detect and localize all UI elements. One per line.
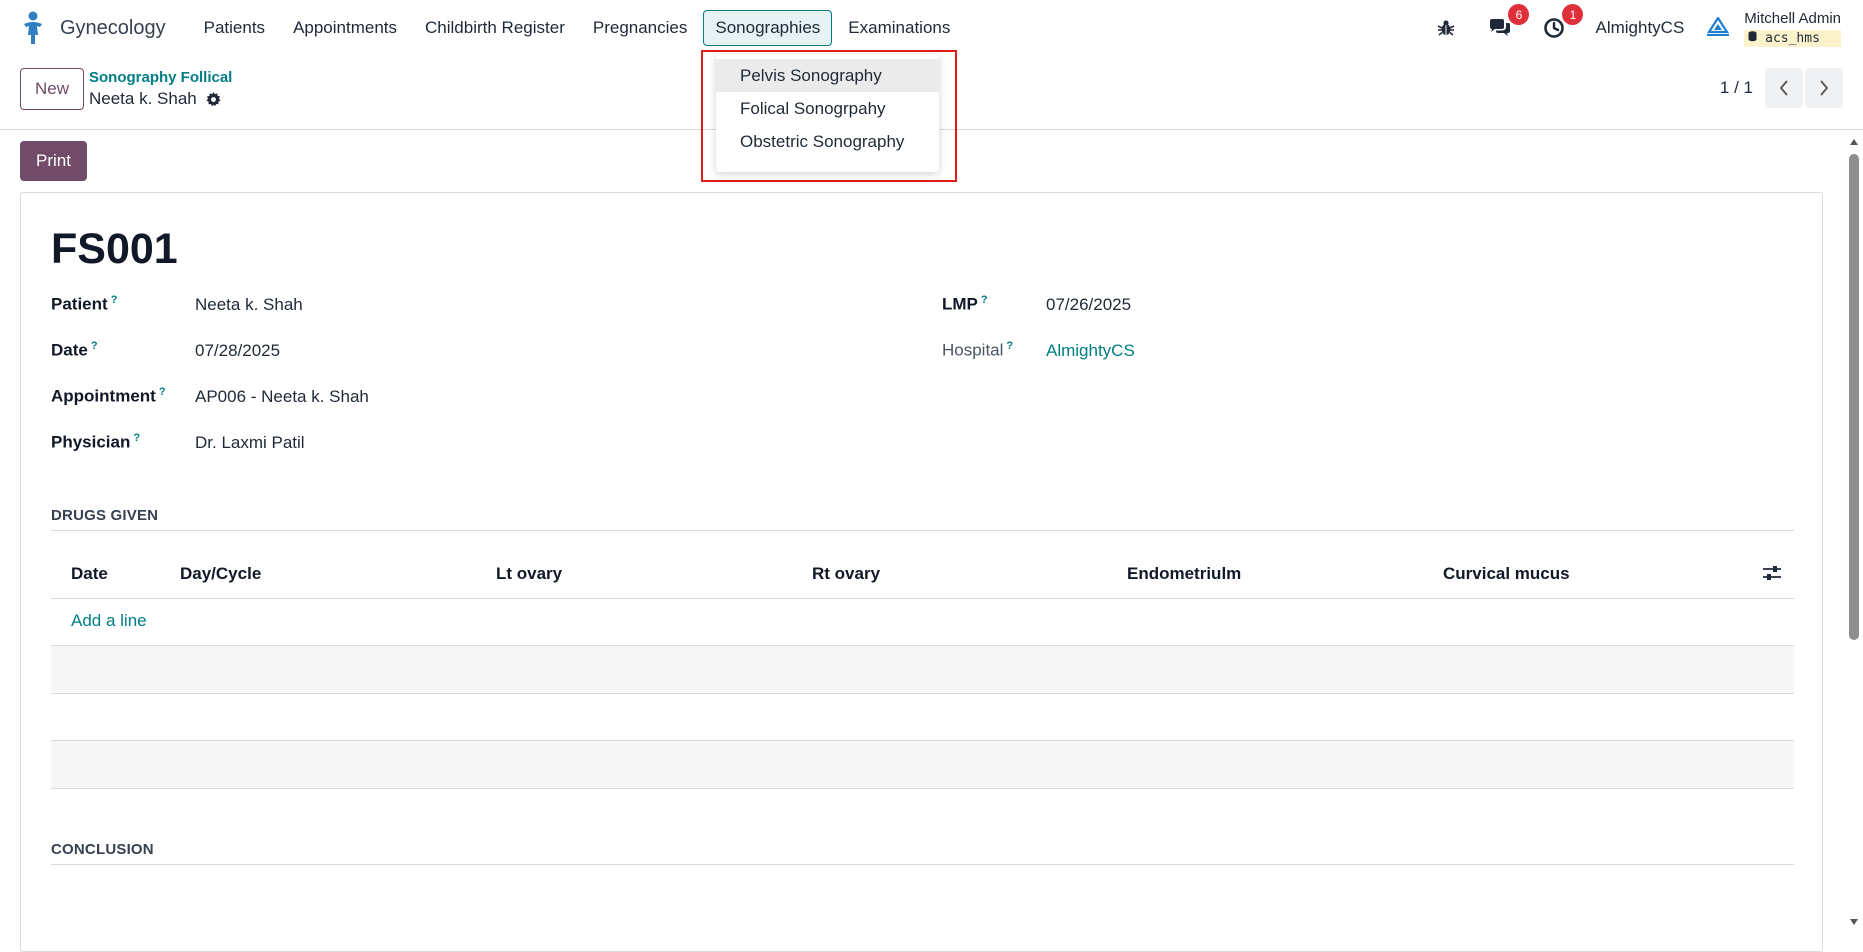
column-rt-ovary[interactable]: Rt ovary: [812, 564, 880, 584]
appointment-label: Appointment?: [51, 386, 166, 406]
activities-count-badge: 1: [1562, 4, 1584, 25]
scrollbar-thumb[interactable]: [1849, 154, 1859, 640]
table-row: [51, 741, 1794, 788]
section-divider: [51, 530, 1794, 531]
form-sheet: FS001 Patient? Neeta k. Shah Date? 07/28…: [20, 192, 1823, 952]
column-cervical-mucus[interactable]: Curvical mucus: [1443, 564, 1570, 584]
company-logo-icon: [1707, 17, 1730, 36]
column-date[interactable]: Date: [71, 564, 108, 584]
table-row: [51, 646, 1794, 693]
section-divider: [51, 864, 1794, 865]
help-icon[interactable]: ?: [133, 432, 140, 444]
app-name[interactable]: Gynecology: [60, 17, 166, 40]
chevron-left-icon: [1779, 80, 1788, 96]
menu-childbirth-register[interactable]: Childbirth Register: [413, 10, 577, 46]
menu-examinations[interactable]: Examinations: [836, 10, 962, 46]
database-tag: acs_hms: [1744, 29, 1841, 47]
pager-counter[interactable]: 1 / 1: [1720, 78, 1753, 98]
patient-value[interactable]: Neeta k. Shah: [195, 295, 303, 315]
help-icon[interactable]: ?: [91, 340, 98, 352]
help-icon[interactable]: ?: [159, 386, 166, 398]
user-name: Mitchell Admin: [1744, 9, 1841, 27]
help-icon[interactable]: ?: [1006, 340, 1013, 352]
activity-clock-icon[interactable]: 1: [1541, 4, 1584, 41]
date-value[interactable]: 07/28/2025: [195, 341, 280, 361]
column-endometrium[interactable]: Endometriulm: [1127, 564, 1241, 584]
database-icon: [1748, 30, 1757, 41]
appointment-value[interactable]: AP006 - Neeta k. Shah: [195, 387, 369, 407]
table-header-divider: [51, 598, 1794, 599]
breadcrumb-current-record: Neeta k. Shah: [89, 89, 221, 109]
menu-patients[interactable]: Patients: [192, 10, 277, 46]
table-row-divider: [51, 693, 1794, 694]
chevron-right-icon: [1820, 80, 1829, 96]
print-button[interactable]: Print: [20, 141, 87, 181]
date-label: Date?: [51, 340, 98, 360]
hospital-value[interactable]: AlmightyCS: [1046, 341, 1135, 361]
drugs-given-section-title: DRUGS GIVEN: [51, 507, 159, 524]
new-button[interactable]: New: [20, 68, 84, 110]
scroll-up-arrow-icon[interactable]: [1849, 138, 1859, 146]
dropdown-item-pelvis-sonography[interactable]: Pelvis Sonography: [716, 59, 939, 92]
record-name: Neeta k. Shah: [89, 89, 197, 108]
systray: 6 1 AlmightyCS Mitchell Admin acs_hms: [1433, 0, 1863, 56]
messages-chat-icon[interactable]: 6: [1487, 4, 1530, 41]
menu-appointments[interactable]: Appointments: [281, 10, 409, 46]
physician-label: Physician?: [51, 432, 141, 452]
column-lt-ovary[interactable]: Lt ovary: [496, 564, 562, 584]
help-icon[interactable]: ?: [111, 294, 118, 306]
patient-label: Patient?: [51, 294, 118, 314]
messages-count-badge: 6: [1508, 4, 1530, 25]
top-navbar: Gynecology Patients Appointments Childbi…: [0, 0, 1863, 56]
dropdown-item-folical-sonography[interactable]: Folical Sonogrpahy: [716, 92, 939, 125]
column-day-cycle[interactable]: Day/Cycle: [180, 564, 261, 584]
dropdown-item-obstetric-sonography[interactable]: Obstetric Sonography: [716, 125, 939, 158]
hospital-label: Hospital?: [942, 340, 1014, 360]
company-switcher[interactable]: AlmightyCS: [1595, 18, 1684, 38]
debug-bug-icon[interactable]: [1433, 15, 1459, 41]
sonographies-dropdown-menu: Pelvis Sonography Folical Sonogrpahy Obs…: [716, 54, 939, 172]
gear-icon[interactable]: [206, 91, 221, 107]
user-menu[interactable]: Mitchell Admin acs_hms: [1744, 10, 1841, 47]
scroll-down-arrow-icon[interactable]: [1849, 918, 1859, 926]
menu-pregnancies[interactable]: Pregnancies: [581, 10, 700, 46]
breadcrumb-sonography-follical[interactable]: Sonography Follical: [89, 69, 232, 86]
conclusion-section-title: CONCLUSION: [51, 841, 154, 858]
optional-columns-icon[interactable]: [1762, 564, 1782, 582]
pager-previous-button[interactable]: [1765, 68, 1803, 108]
menu-sonographies[interactable]: Sonographies: [703, 10, 833, 46]
table-row-divider: [51, 788, 1794, 789]
lmp-label: LMP?: [942, 294, 988, 314]
add-a-line-link[interactable]: Add a line: [71, 611, 147, 631]
help-icon[interactable]: ?: [981, 294, 988, 306]
pager-next-button[interactable]: [1805, 68, 1843, 108]
lmp-value[interactable]: 07/26/2025: [1046, 295, 1131, 315]
physician-value[interactable]: Dr. Laxmi Patil: [195, 433, 305, 453]
database-name: acs_hms: [1765, 30, 1820, 46]
record-title: FS001: [51, 225, 178, 273]
gynecology-app-icon[interactable]: [20, 11, 46, 45]
